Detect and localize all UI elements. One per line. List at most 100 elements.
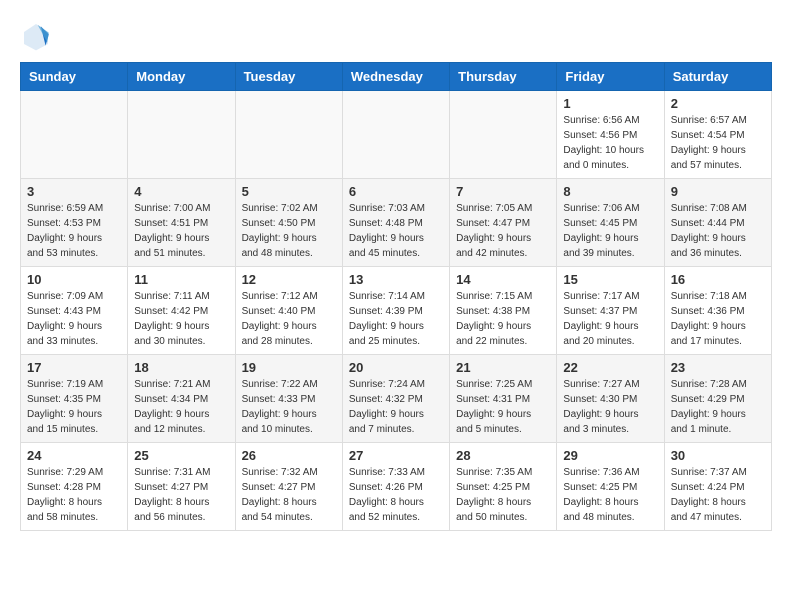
day-of-week-header: Tuesday [235,63,342,91]
day-info: Sunrise: 7:25 AM Sunset: 4:31 PM Dayligh… [456,377,550,437]
day-number: 21 [456,360,550,375]
day-number: 12 [242,272,336,287]
day-info: Sunrise: 7:11 AM Sunset: 4:42 PM Dayligh… [134,289,228,349]
calendar-cell: 19Sunrise: 7:22 AM Sunset: 4:33 PM Dayli… [235,355,342,443]
calendar-cell: 8 Sunrise: 7:06 AM Sunset: 4:45 PM Daylig… [557,179,664,267]
calendar-cell [342,91,449,179]
calendar-table: SundayMondayTuesdayWednesdayThursdayFrid… [20,62,772,531]
calendar-week-row: 3 Sunrise: 6:59 AM Sunset: 4:53 PM Daylig… [21,179,772,267]
day-info: Sunrise: 6:59 AM Sunset: 4:53 PM Dayligh… [27,201,121,261]
day-number: 18 [134,360,228,375]
day-info: Sunrise: 7:02 AM Sunset: 4:50 PM Dayligh… [242,201,336,261]
day-number: 14 [456,272,550,287]
calendar-cell [450,91,557,179]
calendar-week-row: 10 Sunrise: 7:09 AM Sunset: 4:43 PM Dayli… [21,267,772,355]
day-number: 7 [456,184,550,199]
day-of-week-header: Thursday [450,63,557,91]
day-number: 11 [134,272,228,287]
day-number: 6 [349,184,443,199]
day-number: 26 [242,448,336,463]
day-number: 5 [242,184,336,199]
calendar-cell: 22 Sunrise: 7:27 AM Sunset: 4:30 PM Dayli… [557,355,664,443]
day-info: Sunrise: 7:24 AM Sunset: 4:32 PM Dayligh… [349,377,443,437]
calendar-cell: 24Sunrise: 7:29 AM Sunset: 4:28 PM Dayli… [21,443,128,531]
day-info: Sunrise: 7:00 AM Sunset: 4:51 PM Dayligh… [134,201,228,261]
day-number: 23 [671,360,765,375]
day-info: Sunrise: 7:19 AM Sunset: 4:35 PM Dayligh… [27,377,121,437]
day-of-week-header: Friday [557,63,664,91]
calendar-cell: 21 Sunrise: 7:25 AM Sunset: 4:31 PM Dayli… [450,355,557,443]
calendar-cell: 1 Sunrise: 6:56 AM Sunset: 4:56 PM Daylig… [557,91,664,179]
day-number: 25 [134,448,228,463]
day-number: 22 [563,360,657,375]
day-number: 20 [349,360,443,375]
logo [20,20,56,52]
calendar-cell [128,91,235,179]
calendar-cell: 28Sunrise: 7:35 AM Sunset: 4:25 PM Dayli… [450,443,557,531]
calendar-cell: 18 Sunrise: 7:21 AM Sunset: 4:34 PM Dayli… [128,355,235,443]
day-number: 10 [27,272,121,287]
day-of-week-header: Monday [128,63,235,91]
day-number: 15 [563,272,657,287]
calendar-cell: 17Sunrise: 7:19 AM Sunset: 4:35 PM Dayli… [21,355,128,443]
day-info: Sunrise: 7:27 AM Sunset: 4:30 PM Dayligh… [563,377,657,437]
calendar-cell: 5 Sunrise: 7:02 AM Sunset: 4:50 PM Daylig… [235,179,342,267]
calendar-cell: 29 Sunrise: 7:36 AM Sunset: 4:25 PM Dayli… [557,443,664,531]
calendar-week-row: 17Sunrise: 7:19 AM Sunset: 4:35 PM Dayli… [21,355,772,443]
day-info: Sunrise: 7:28 AM Sunset: 4:29 PM Dayligh… [671,377,765,437]
day-of-week-header: Sunday [21,63,128,91]
day-number: 2 [671,96,765,111]
calendar-cell: 2 Sunrise: 6:57 AM Sunset: 4:54 PM Daylig… [664,91,771,179]
day-number: 24 [27,448,121,463]
calendar-cell: 16Sunrise: 7:18 AM Sunset: 4:36 PM Dayli… [664,267,771,355]
day-number: 1 [563,96,657,111]
day-number: 16 [671,272,765,287]
day-info: Sunrise: 7:03 AM Sunset: 4:48 PM Dayligh… [349,201,443,261]
day-info: Sunrise: 7:36 AM Sunset: 4:25 PM Dayligh… [563,465,657,525]
calendar-cell [21,91,128,179]
day-info: Sunrise: 6:56 AM Sunset: 4:56 PM Dayligh… [563,113,657,173]
calendar-cell: 26 Sunrise: 7:32 AM Sunset: 4:27 PM Dayli… [235,443,342,531]
calendar-cell: 15 Sunrise: 7:17 AM Sunset: 4:37 PM Dayli… [557,267,664,355]
calendar-cell: 13Sunrise: 7:14 AM Sunset: 4:39 PM Dayli… [342,267,449,355]
day-number: 8 [563,184,657,199]
calendar-cell: 3 Sunrise: 6:59 AM Sunset: 4:53 PM Daylig… [21,179,128,267]
calendar-cell: 11 Sunrise: 7:11 AM Sunset: 4:42 PM Dayli… [128,267,235,355]
logo-icon [20,20,52,52]
day-info: Sunrise: 7:08 AM Sunset: 4:44 PM Dayligh… [671,201,765,261]
day-info: Sunrise: 6:57 AM Sunset: 4:54 PM Dayligh… [671,113,765,173]
calendar-week-row: 1 Sunrise: 6:56 AM Sunset: 4:56 PM Daylig… [21,91,772,179]
calendar-cell: 14 Sunrise: 7:15 AM Sunset: 4:38 PM Dayli… [450,267,557,355]
day-number: 9 [671,184,765,199]
day-info: Sunrise: 7:33 AM Sunset: 4:26 PM Dayligh… [349,465,443,525]
day-info: Sunrise: 7:06 AM Sunset: 4:45 PM Dayligh… [563,201,657,261]
calendar-cell [235,91,342,179]
calendar-cell: 6 Sunrise: 7:03 AM Sunset: 4:48 PM Daylig… [342,179,449,267]
day-info: Sunrise: 7:37 AM Sunset: 4:24 PM Dayligh… [671,465,765,525]
calendar-cell: 25 Sunrise: 7:31 AM Sunset: 4:27 PM Dayli… [128,443,235,531]
calendar-cell: 9 Sunrise: 7:08 AM Sunset: 4:44 PM Daylig… [664,179,771,267]
day-info: Sunrise: 7:22 AM Sunset: 4:33 PM Dayligh… [242,377,336,437]
day-info: Sunrise: 7:09 AM Sunset: 4:43 PM Dayligh… [27,289,121,349]
day-number: 30 [671,448,765,463]
calendar-cell: 20 Sunrise: 7:24 AM Sunset: 4:32 PM Dayli… [342,355,449,443]
day-number: 27 [349,448,443,463]
calendar-cell: 7Sunrise: 7:05 AM Sunset: 4:47 PM Daylig… [450,179,557,267]
day-number: 4 [134,184,228,199]
day-info: Sunrise: 7:17 AM Sunset: 4:37 PM Dayligh… [563,289,657,349]
calendar-week-row: 24Sunrise: 7:29 AM Sunset: 4:28 PM Dayli… [21,443,772,531]
day-info: Sunrise: 7:21 AM Sunset: 4:34 PM Dayligh… [134,377,228,437]
day-info: Sunrise: 7:32 AM Sunset: 4:27 PM Dayligh… [242,465,336,525]
day-number: 13 [349,272,443,287]
page-header [20,20,772,52]
calendar-cell: 12Sunrise: 7:12 AM Sunset: 4:40 PM Dayli… [235,267,342,355]
calendar-cell: 4 Sunrise: 7:00 AM Sunset: 4:51 PM Daylig… [128,179,235,267]
calendar-cell: 30 Sunrise: 7:37 AM Sunset: 4:24 PM Dayli… [664,443,771,531]
day-of-week-header: Saturday [664,63,771,91]
calendar-cell: 23 Sunrise: 7:28 AM Sunset: 4:29 PM Dayli… [664,355,771,443]
day-number: 3 [27,184,121,199]
day-of-week-header: Wednesday [342,63,449,91]
day-number: 29 [563,448,657,463]
day-info: Sunrise: 7:15 AM Sunset: 4:38 PM Dayligh… [456,289,550,349]
day-info: Sunrise: 7:31 AM Sunset: 4:27 PM Dayligh… [134,465,228,525]
